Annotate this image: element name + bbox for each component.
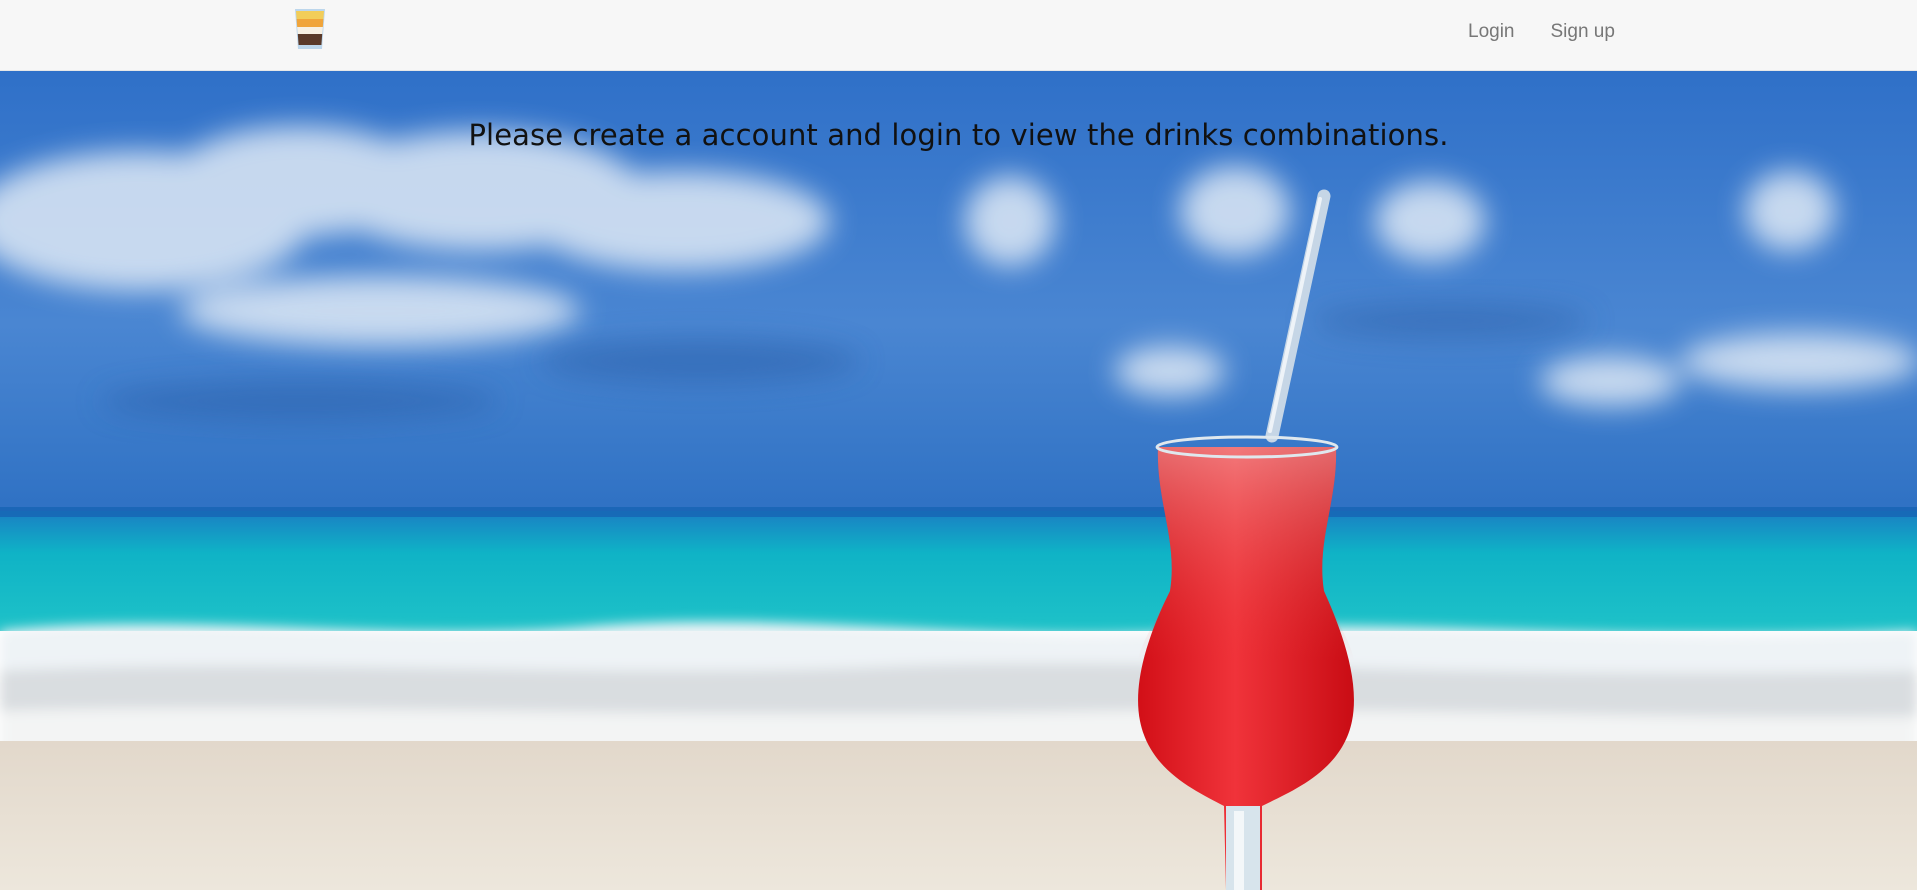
nav-links: Login Sign up (1450, 0, 1633, 64)
login-prompt-message: Please create a account and login to vie… (468, 118, 1449, 152)
beach-cocktail-background (0, 71, 1917, 890)
signup-link[interactable]: Sign up (1533, 21, 1633, 43)
home-logo-link[interactable] (293, 7, 327, 51)
hero-section: Please create a account and login to vie… (0, 71, 1917, 890)
layered-shot-glass-icon (295, 9, 325, 49)
top-navbar: Login Sign up (0, 0, 1917, 71)
login-link[interactable]: Login (1450, 21, 1533, 43)
